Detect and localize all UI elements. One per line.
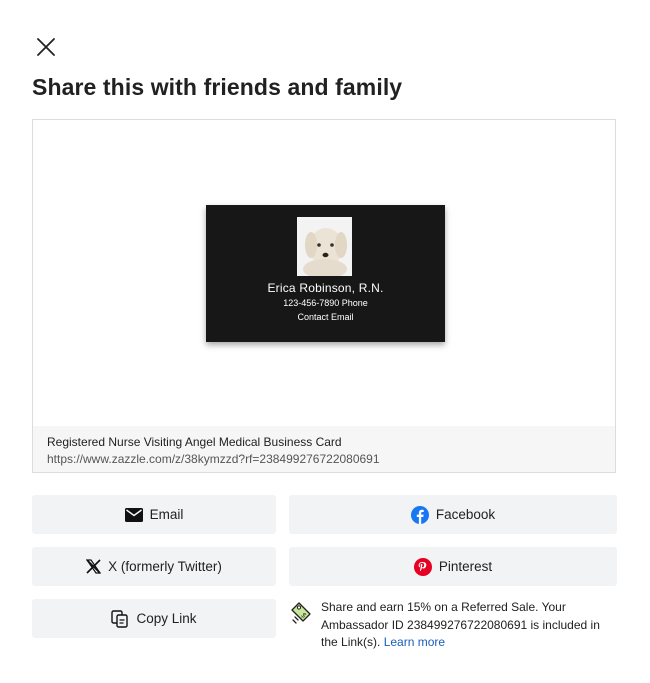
facebook-icon: [410, 505, 429, 524]
facebook-label: Facebook: [435, 507, 496, 522]
twitter-label: X (formerly Twitter): [108, 559, 222, 574]
pinterest-icon: [413, 557, 432, 576]
close-icon: [37, 38, 55, 56]
business-card-image: Erica Robinson, R.N. 123-456-7890 Phone …: [206, 205, 445, 342]
card-email: Contact Email: [297, 312, 354, 322]
product-caption: Registered Nurse Visiting Angel Medical …: [33, 426, 615, 472]
x-logo-icon: [86, 559, 102, 574]
dialog-title: Share this with friends and family: [32, 74, 403, 100]
ambassador-tag-icon: $: [289, 601, 313, 625]
ambassador-text: Share and earn 15% on a Referred Sale. Y…: [321, 599, 617, 652]
ambassador-description: Share and earn 15% on a Referred Sale. Y…: [321, 600, 600, 649]
dog-photo: [297, 217, 352, 276]
product-title: Registered Nurse Visiting Angel Medical …: [47, 435, 342, 449]
envelope-icon: [124, 507, 143, 522]
share-email-button[interactable]: Email: [32, 495, 276, 534]
card-phone: 123-456-7890 Phone: [283, 298, 368, 308]
share-facebook-button[interactable]: Facebook: [289, 495, 617, 534]
copy-link-label: Copy Link: [136, 611, 197, 626]
card-name: Erica Robinson, R.N.: [267, 281, 384, 295]
copy-link-button[interactable]: Copy Link: [32, 599, 276, 638]
pinterest-label: Pinterest: [438, 559, 493, 574]
copy-icon: [111, 609, 129, 628]
product-preview: Erica Robinson, R.N. 123-456-7890 Phone …: [32, 119, 616, 473]
close-button[interactable]: [34, 35, 58, 59]
learn-more-link[interactable]: Learn more: [384, 635, 445, 649]
email-label: Email: [149, 507, 184, 522]
share-dialog: Share this with friends and family Erica…: [0, 0, 650, 683]
share-twitter-button[interactable]: X (formerly Twitter): [32, 547, 276, 586]
product-url: https://www.zazzle.com/z/38kymzzd?rf=238…: [47, 452, 380, 466]
share-pinterest-button[interactable]: Pinterest: [289, 547, 617, 586]
